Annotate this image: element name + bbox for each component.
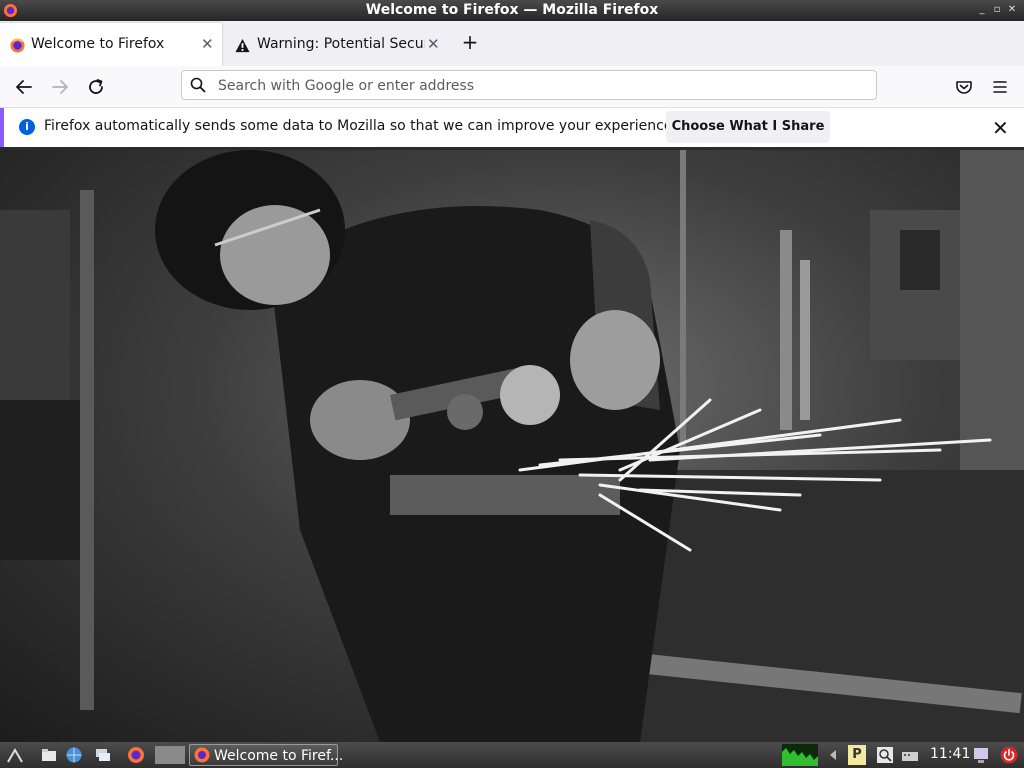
maximize-button[interactable]: ▫ bbox=[991, 4, 1003, 16]
network-icon[interactable] bbox=[901, 746, 919, 764]
tab-welcome[interactable]: Welcome to Firefox ✕ bbox=[0, 23, 222, 66]
close-tab-icon[interactable]: ✕ bbox=[201, 35, 214, 53]
power-icon[interactable] bbox=[1000, 746, 1018, 764]
navigation-bar bbox=[0, 66, 1024, 108]
new-tab-button[interactable]: + bbox=[459, 31, 481, 53]
start-menu-icon[interactable] bbox=[6, 746, 24, 764]
search-icon bbox=[190, 77, 206, 93]
close-window-button[interactable]: ✕ bbox=[1006, 4, 1018, 16]
pocket-icon[interactable] bbox=[952, 75, 976, 99]
info-icon: i bbox=[19, 119, 35, 135]
data-reporting-notification: i Firefox automatically sends some data … bbox=[0, 108, 1024, 147]
choose-what-i-share-label: Choose What I Share bbox=[671, 119, 825, 134]
choose-what-i-share-button[interactable]: Choose What I Share bbox=[666, 111, 830, 143]
search-icon[interactable] bbox=[876, 746, 894, 764]
screen-lock-icon[interactable] bbox=[972, 746, 990, 764]
cpu-monitor-icon bbox=[782, 744, 818, 766]
tab-label: Warning: Potential Security Risk Ahead bbox=[257, 36, 425, 52]
parking-icon[interactable]: P bbox=[848, 745, 866, 765]
warning-icon bbox=[235, 38, 250, 53]
minimize-button[interactable]: _ bbox=[976, 4, 988, 16]
back-arrow-icon[interactable] bbox=[12, 75, 36, 99]
close-icon[interactable]: ✕ bbox=[992, 116, 1009, 140]
close-tab-icon[interactable]: ✕ bbox=[427, 35, 440, 53]
welcome-hero-image bbox=[0, 150, 1024, 742]
file-manager-icon[interactable] bbox=[40, 746, 58, 764]
notification-message: Firefox automatically sends some data to… bbox=[44, 118, 677, 134]
firefox-icon bbox=[194, 747, 210, 763]
web-browser-icon[interactable] bbox=[65, 746, 83, 764]
welder-photo bbox=[0, 150, 1024, 742]
firefox-launcher-icon[interactable] bbox=[127, 746, 145, 764]
clock[interactable]: 11:41 bbox=[930, 746, 970, 762]
reload-icon[interactable] bbox=[84, 75, 108, 99]
tab-warning[interactable]: Warning: Potential Security Risk Ahead ✕ bbox=[226, 23, 446, 66]
forward-arrow-icon[interactable] bbox=[48, 75, 72, 99]
taskbar-window-label: Welcome to Firef... bbox=[214, 748, 344, 764]
tab-label: Welcome to Firefox bbox=[31, 36, 165, 52]
window-titlebar[interactable]: Welcome to Firefox — Mozilla Firefox _ ▫… bbox=[0, 0, 1024, 21]
taskbar-window-firefox[interactable]: Welcome to Firef... bbox=[189, 744, 343, 766]
hamburger-menu-icon[interactable] bbox=[988, 75, 1012, 99]
taskbar: Welcome to Firef... P 11:41 bbox=[0, 742, 1024, 768]
firefox-icon bbox=[10, 38, 25, 53]
url-input[interactable] bbox=[216, 75, 860, 97]
workspace-switcher[interactable] bbox=[155, 746, 185, 764]
address-bar[interactable] bbox=[181, 70, 877, 100]
window-title: Welcome to Firefox — Mozilla Firefox bbox=[365, 2, 659, 18]
arrow-left-icon[interactable] bbox=[824, 746, 842, 764]
desktop-icon[interactable] bbox=[94, 746, 112, 764]
